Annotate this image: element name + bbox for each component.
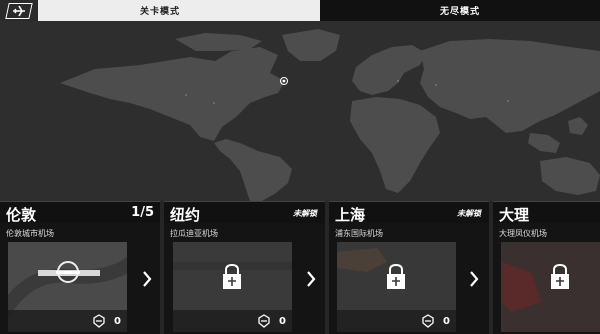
city-name: 上海: [335, 206, 366, 224]
wing-badge-icon: [93, 314, 105, 328]
city-card-shanghai[interactable]: 上海 未解锁 浦东国际机场 0: [329, 201, 489, 334]
city-card-list: 伦敦 1/5 伦敦城市机场 0 纽约 未解锁 拉瓜迪亚机场 0 上海 未解锁 浦…: [0, 201, 600, 334]
back-button[interactable]: [0, 0, 38, 21]
best-score: 0: [443, 316, 450, 327]
mode-tab-bar: 关卡模式 无尽模式: [0, 0, 600, 21]
world-map: [0, 21, 600, 201]
city-card-london[interactable]: 伦敦 1/5 伦敦城市机场 0: [0, 201, 160, 334]
chevron-right-icon[interactable]: [303, 267, 319, 291]
back-plane-icon: [5, 2, 33, 19]
airport-preview[interactable]: 0: [8, 242, 127, 332]
preview-footer: 0: [337, 310, 456, 332]
locked-status: 未解锁: [457, 209, 481, 218]
preview-footer: 0: [173, 310, 292, 332]
city-card-dali[interactable]: 大理 大理凤仪机场: [493, 201, 600, 334]
best-score: 0: [279, 316, 286, 327]
card-header: 伦敦 1/5: [0, 201, 160, 224]
chevron-right-icon[interactable]: [139, 267, 155, 291]
preview-footer: 0: [8, 310, 127, 332]
wing-badge-icon: [258, 314, 270, 328]
tab-endless-mode[interactable]: 无尽模式: [320, 0, 600, 21]
card-header: 上海 未解锁: [329, 201, 489, 224]
airport-name: 浦东国际机场: [335, 229, 383, 238]
airport-preview[interactable]: [501, 242, 600, 332]
city-name: 伦敦: [6, 206, 37, 224]
airport-name: 拉瓜迪亚机场: [170, 229, 218, 238]
best-score: 0: [114, 316, 121, 327]
lock-plane-icon: [223, 263, 241, 289]
lock-plane-icon: [551, 263, 569, 289]
locked-status: 未解锁: [293, 209, 317, 218]
lock-plane-icon: [387, 263, 405, 289]
airport-preview[interactable]: 0: [173, 242, 292, 332]
wing-badge-icon: [422, 314, 434, 328]
airport-name: 伦敦城市机场: [6, 229, 54, 238]
card-header: 大理: [493, 201, 600, 224]
city-name: 纽约: [170, 206, 201, 224]
airport-preview[interactable]: 0: [337, 242, 456, 332]
chevron-right-icon[interactable]: [466, 267, 482, 291]
city-card-new-york[interactable]: 纽约 未解锁 拉瓜迪亚机场 0: [164, 201, 325, 334]
airport-name: 大理凤仪机场: [499, 229, 547, 238]
city-name: 大理: [499, 206, 530, 224]
level-progress: 1/5: [131, 205, 154, 220]
card-header: 纽约 未解锁: [164, 201, 325, 224]
tab-level-mode[interactable]: 关卡模式: [0, 0, 320, 21]
